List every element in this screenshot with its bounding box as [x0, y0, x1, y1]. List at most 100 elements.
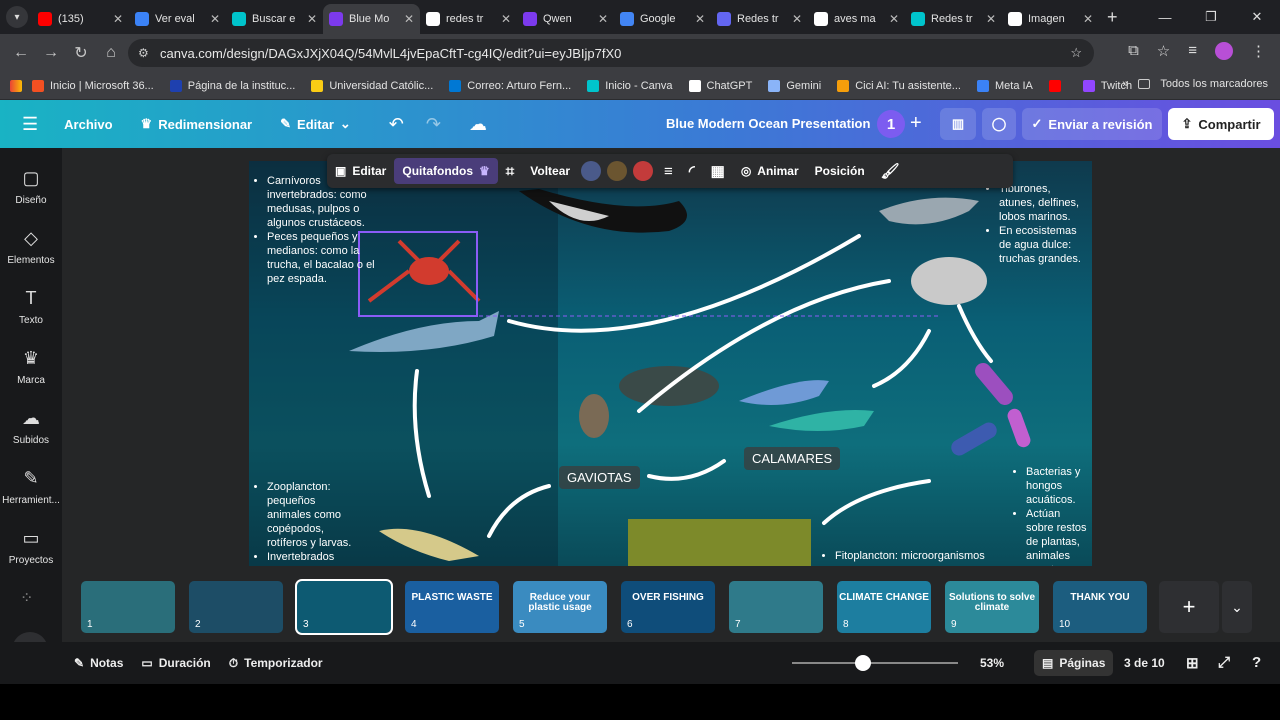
phytoplankton-image[interactable]	[628, 519, 811, 566]
document-title[interactable]: Blue Modern Ocean Presentation	[666, 116, 870, 131]
close-tab-icon[interactable]: ✕	[113, 12, 123, 26]
corner-rounding-icon[interactable]: ◜	[681, 162, 703, 180]
bookmark-item[interactable]: Gemini	[768, 79, 821, 92]
page-thumbnail[interactable]: 3	[295, 579, 393, 635]
page-thumbnail[interactable]: THANK YOU 10	[1053, 581, 1147, 633]
zoom-value[interactable]: 53%	[980, 656, 1004, 670]
page-thumbnail[interactable]: 2	[189, 581, 283, 633]
back-icon[interactable]: ←	[6, 44, 36, 62]
fish-image[interactable]	[349, 311, 499, 352]
squid-green-image[interactable]	[769, 410, 874, 431]
sidebar-item[interactable]: ▭ Proyectos	[0, 528, 62, 566]
sidebar-item[interactable]: T Texto	[0, 288, 62, 326]
browser-tab[interactable]: aves ma ✕	[808, 4, 905, 34]
bookmark-item[interactable]: Página de la instituc...	[169, 79, 295, 92]
profile-avatar[interactable]	[1215, 42, 1233, 60]
add-page-button[interactable]: +	[1159, 581, 1219, 633]
label-calamares[interactable]: CALAMARES	[744, 447, 841, 470]
browser-tab[interactable]: Qwen ✕	[517, 4, 614, 34]
zoom-slider[interactable]	[792, 655, 958, 671]
browser-tab[interactable]: Redes tr ✕	[905, 4, 1002, 34]
file-menu[interactable]: Archivo	[64, 117, 112, 132]
sidebar-item[interactable]: ◇ Elementos	[0, 228, 62, 266]
notes-button[interactable]: ✎ Notas	[74, 656, 123, 670]
close-tab-icon[interactable]: ✕	[404, 12, 414, 26]
help-icon[interactable]: ?	[1252, 654, 1261, 671]
close-window-icon[interactable]: ✕	[1234, 0, 1280, 34]
comments-button[interactable]: ◯	[982, 108, 1016, 140]
page-thumbnail[interactable]: 1	[81, 581, 175, 633]
undo-icon[interactable]: ↶	[389, 114, 404, 135]
shrimp-image[interactable]	[379, 528, 479, 561]
forward-icon[interactable]: →	[36, 44, 66, 62]
more-bookmarks-icon[interactable]: »	[1122, 78, 1128, 90]
squid-blue-image[interactable]	[739, 380, 829, 405]
close-tab-icon[interactable]: ✕	[501, 12, 511, 26]
fullscreen-icon[interactable]: ⤢	[1218, 654, 1230, 671]
seagull-image[interactable]	[579, 394, 609, 438]
close-tab-icon[interactable]: ✕	[1083, 12, 1093, 26]
apps-grid-icon[interactable]: ⁘	[20, 588, 33, 608]
timer-button[interactable]: ⏱ Temporizador	[229, 656, 323, 671]
page-thumbnail[interactable]: CLIMATE CHANGE 8	[837, 581, 931, 633]
send-review-button[interactable]: ✓ Enviar a revisión	[1022, 108, 1162, 140]
bookmark-item[interactable]	[1048, 79, 1067, 92]
reading-list-icon[interactable]: ≡	[1188, 42, 1197, 60]
page-thumbnail[interactable]: PLASTIC WASTE 4	[405, 581, 499, 633]
analytics-button[interactable]: ▥	[940, 108, 976, 140]
close-tab-icon[interactable]: ✕	[210, 12, 220, 26]
paint-format-icon[interactable]: 🖌	[873, 162, 908, 180]
bookmark-item[interactable]: Meta IA	[976, 79, 1033, 92]
text-zooplankton[interactable]: Zooplancton: pequeños animales como copé…	[255, 480, 360, 564]
url-bar[interactable]: ⚙ canva.com/design/DAGxJXjX04Q/54MvlL4jv…	[128, 39, 1094, 67]
text-carnivores[interactable]: Carnívoros invertebrados: como medusas, …	[255, 174, 375, 286]
site-info-icon[interactable]: ⚙	[138, 46, 149, 60]
duration-button[interactable]: ▭ Duración	[141, 656, 210, 670]
page-thumbnail[interactable]: Reduce your plastic usage 5	[513, 581, 607, 633]
extensions-icon[interactable]: ⧉	[1128, 42, 1139, 60]
bookmark-item[interactable]: Universidad Católic...	[311, 79, 433, 92]
share-button[interactable]: ⇪ Compartir	[1168, 108, 1274, 140]
close-tab-icon[interactable]: ✕	[889, 12, 899, 26]
crop-icon[interactable]: ⌗	[498, 163, 522, 180]
slide-canvas[interactable]: Carnívoros invertebrados: como medusas, …	[249, 161, 1092, 566]
reload-icon[interactable]: ↻	[66, 43, 96, 63]
shark-image[interactable]	[879, 197, 979, 225]
close-tab-icon[interactable]: ✕	[307, 12, 317, 26]
sidebar-item[interactable]: ♛ Marca	[0, 348, 62, 386]
browser-tab[interactable]: Ver eval ✕	[129, 4, 226, 34]
transparency-icon[interactable]: ▦	[703, 162, 733, 180]
label-gaviotas[interactable]: GAVIOTAS	[559, 466, 640, 489]
redo-icon[interactable]: ↷	[426, 114, 441, 135]
sidebar-item[interactable]: ✎ Herramient...	[0, 468, 62, 506]
position-button[interactable]: Posición	[807, 164, 873, 178]
bookmark-item[interactable]: Inicio | Microsoft 36...	[32, 79, 154, 92]
color-swatch[interactable]	[633, 161, 654, 181]
close-tab-icon[interactable]: ✕	[986, 12, 996, 26]
page-thumbnail[interactable]: Solutions to solve climate 9	[945, 581, 1039, 633]
bookmark-item[interactable]: Cici AI: Tu asistente...	[837, 79, 961, 92]
cloud-saved-icon[interactable]: ☁	[469, 114, 487, 135]
add-collaborator-icon[interactable]: +	[910, 112, 922, 135]
collaborator-avatar[interactable]: 1	[877, 110, 905, 138]
browser-tab[interactable]: Buscar e ✕	[226, 4, 323, 34]
new-tab-button[interactable]: +	[1107, 7, 1118, 28]
all-bookmarks-label[interactable]: Todos los marcadores	[1160, 78, 1268, 90]
menu-icon[interactable]: ⋮	[1251, 42, 1266, 60]
flip-button[interactable]: Voltear	[522, 164, 578, 178]
bacteria-image[interactable]	[948, 360, 1032, 459]
border-style-icon[interactable]: ≡	[656, 163, 681, 180]
edit-image-button[interactable]: ▣ Editar	[327, 164, 394, 178]
tab-search-dropdown-icon[interactable]: ▾	[6, 6, 28, 28]
text-phytoplankton[interactable]: Fitoplancton: microorganismos	[823, 549, 1023, 563]
bookmark-star-icon[interactable]: ☆	[1070, 45, 1082, 61]
browser-tab[interactable]: Redes tr ✕	[711, 4, 808, 34]
sea-lion-image[interactable]	[911, 257, 987, 305]
color-swatch[interactable]	[607, 161, 628, 181]
color-swatch[interactable]	[581, 161, 602, 181]
sidebar-item[interactable]: ▢ Diseño	[0, 168, 62, 206]
browser-tab[interactable]: Blue Mo ✕	[323, 4, 420, 34]
minimize-icon[interactable]: —	[1142, 0, 1188, 34]
bookmark-item[interactable]: Correo: Arturo Fern...	[449, 79, 571, 92]
resize-menu[interactable]: ♛ Redimensionar	[141, 116, 253, 132]
